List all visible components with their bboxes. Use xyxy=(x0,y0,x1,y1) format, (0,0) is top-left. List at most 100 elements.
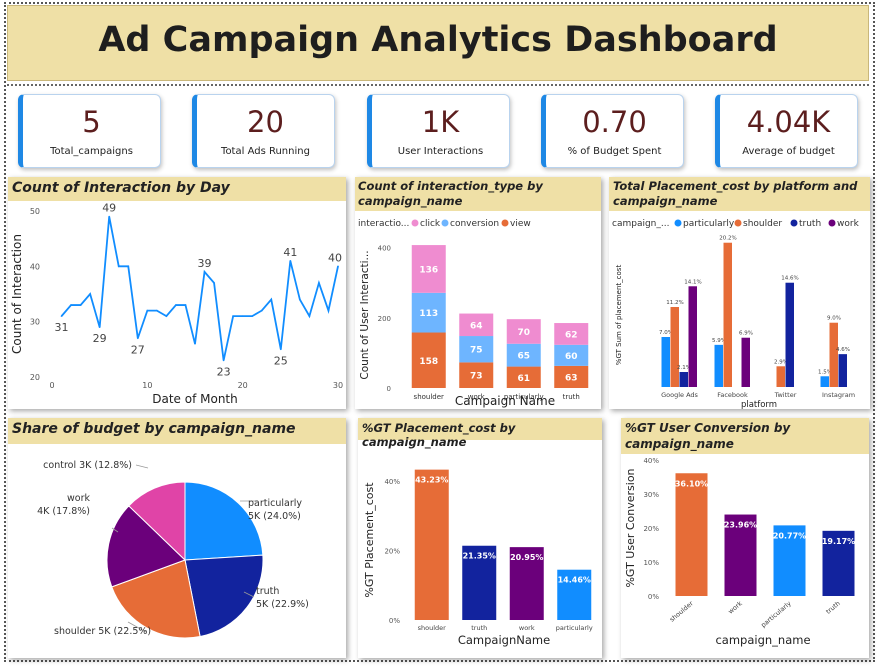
segment-label: 63 xyxy=(565,373,578,383)
bar xyxy=(661,337,670,387)
legend-marker xyxy=(441,219,449,227)
segment-label: 73 xyxy=(470,372,483,382)
x-tick-label: 10 xyxy=(142,381,152,390)
y-tick-label: 0% xyxy=(648,593,659,601)
stacked-bar-chart[interactable]: interactio... click conversion view 0 200 400 1… xyxy=(355,211,601,409)
panel-placement-cost[interactable]: %GT Placement_cost by campaign_name 0% 20… xyxy=(358,418,602,658)
data-label: 49 xyxy=(102,202,116,215)
line-point xyxy=(222,359,225,362)
line-point xyxy=(175,304,177,306)
x-tick-label: work xyxy=(519,624,535,632)
panel-placement-by-platform[interactable]: Total Placement_cost by platform and cam… xyxy=(609,177,870,409)
panel-user-conversion[interactable]: %GT User Conversion by campaign_name 0% 1… xyxy=(621,418,869,658)
y-tick-label: 40 xyxy=(30,262,40,271)
line-point xyxy=(117,265,120,268)
line-point xyxy=(251,315,253,317)
y-axis-title: Count of User Interacti... xyxy=(359,250,371,379)
data-label: 39 xyxy=(198,257,212,270)
y-tick-label: 0 xyxy=(387,385,391,393)
segment-label: 75 xyxy=(470,346,483,356)
data-label: 41 xyxy=(283,246,297,259)
data-label: 25 xyxy=(274,354,288,367)
data-label: 20.95% xyxy=(510,553,543,562)
kpi-value: 0.70 xyxy=(582,105,647,139)
panel-title: Count of Interaction by Day xyxy=(8,177,346,201)
legend-title: interactio... xyxy=(358,219,409,229)
kpi-card-user-interactions[interactable]: 1K User Interactions xyxy=(367,94,510,168)
bar xyxy=(785,282,794,387)
y-axis-title: %GT User Conversion xyxy=(624,468,637,587)
line-point xyxy=(70,304,72,306)
line-point xyxy=(260,309,263,312)
kpi-label: Total_campaigns xyxy=(50,146,133,157)
panel-title: Share of budget by campaign_name xyxy=(8,418,346,444)
bar xyxy=(820,376,829,387)
line-point xyxy=(79,304,82,306)
segment-label: 61 xyxy=(517,374,530,384)
data-label: 14.6% xyxy=(781,276,798,282)
data-label: 40 xyxy=(328,251,342,264)
x-tick-label: particularly xyxy=(759,599,793,629)
legend-label: click xyxy=(420,219,441,229)
legend-marker xyxy=(411,219,419,227)
line-chart[interactable]: 20 30 40 50 0 10 20 30 31 29 49 27 39 23 25 41 40 Date of… xyxy=(8,201,346,409)
line-point xyxy=(213,282,215,284)
line-point xyxy=(184,304,187,306)
kpi-value: 5 xyxy=(82,105,101,139)
kpi-card-total-campaigns[interactable]: 5 Total_campaigns xyxy=(18,94,161,168)
legend-title: campaign_... xyxy=(612,219,669,229)
line-point xyxy=(270,298,273,301)
bar xyxy=(838,354,847,387)
conversion-bar-chart[interactable]: 0% 10% 20% 30% 40% 36.10% shoulder 23.96% work 20… xyxy=(621,454,869,658)
kpi-card-average-budget[interactable]: 4.04K Average of budget xyxy=(715,94,858,168)
bar xyxy=(675,473,708,596)
data-label: 36.10% xyxy=(675,479,708,488)
segment-label: 158 xyxy=(419,357,438,367)
legend-label: conversion xyxy=(450,219,499,229)
x-axis-title: Campaign Name xyxy=(455,394,555,408)
dashboard-title: Ad Campaign Analytics Dashboard xyxy=(98,20,778,60)
data-label: 14.1% xyxy=(684,279,701,285)
dashboard-header: Ad Campaign Analytics Dashboard xyxy=(7,5,869,81)
line-point xyxy=(232,315,234,317)
bar xyxy=(414,469,449,620)
legend-label: work xyxy=(837,219,860,229)
segment-label: 62 xyxy=(565,330,578,340)
kpi-card-budget-spent[interactable]: 0.70 % of Budget Spent xyxy=(541,94,684,168)
x-tick-label: Google Ads xyxy=(661,391,698,399)
line-point xyxy=(156,309,158,312)
x-axis-title: CampaignName xyxy=(458,633,550,647)
line-point xyxy=(289,260,292,262)
bar xyxy=(723,242,732,387)
panel-budget-share[interactable]: Share of budget by campaign_name particu… xyxy=(8,418,346,658)
pie-chart[interactable]: particularly 5K (24.0%) truth 5K (22.9%) sho… xyxy=(8,444,346,658)
line-point xyxy=(203,271,206,273)
x-axis-title: campaign_name xyxy=(715,633,810,647)
slice-label: shoulder 5K (22.5%) xyxy=(54,626,151,637)
panel-interaction-by-day[interactable]: Count of Interaction by Day 20 30 40 50 0 10 2… xyxy=(8,177,346,409)
segment-label: 64 xyxy=(470,321,483,331)
x-tick-label: Facebook xyxy=(717,391,748,399)
x-tick-label: particularly xyxy=(556,624,593,632)
y-tick-label: 40% xyxy=(643,457,659,465)
placement-bar-chart[interactable]: 0% 20% 40% 43.23% shoulder 21.35% truth 20.95% w… xyxy=(358,440,602,658)
data-label: 23.96% xyxy=(724,521,757,530)
legend-label: particularly xyxy=(683,219,735,229)
line-point xyxy=(127,265,130,268)
grouped-bar-chart[interactable]: campaign_... particularly shoulder truth wor… xyxy=(609,211,870,409)
data-label: 43.23% xyxy=(415,476,448,485)
y-tick-label: 400 xyxy=(378,245,391,253)
x-tick-label: truth xyxy=(824,599,841,615)
data-label: 20.2% xyxy=(719,236,736,242)
panel-interaction-type[interactable]: Count of interaction_type by campaign_na… xyxy=(355,177,601,409)
legend-marker xyxy=(734,219,742,227)
bar xyxy=(776,366,785,387)
kpi-card-total-ads[interactable]: 20 Total Ads Running xyxy=(192,94,335,168)
kpi-value: 1K xyxy=(421,105,460,139)
line-point xyxy=(137,337,139,340)
data-label: 29 xyxy=(93,332,107,345)
y-tick-label: 200 xyxy=(378,315,391,323)
data-label: 27 xyxy=(131,343,145,356)
panel-title: %GT User Conversion by campaign_name xyxy=(621,418,869,454)
slice-label: control 3K (12.8%) xyxy=(43,460,132,471)
